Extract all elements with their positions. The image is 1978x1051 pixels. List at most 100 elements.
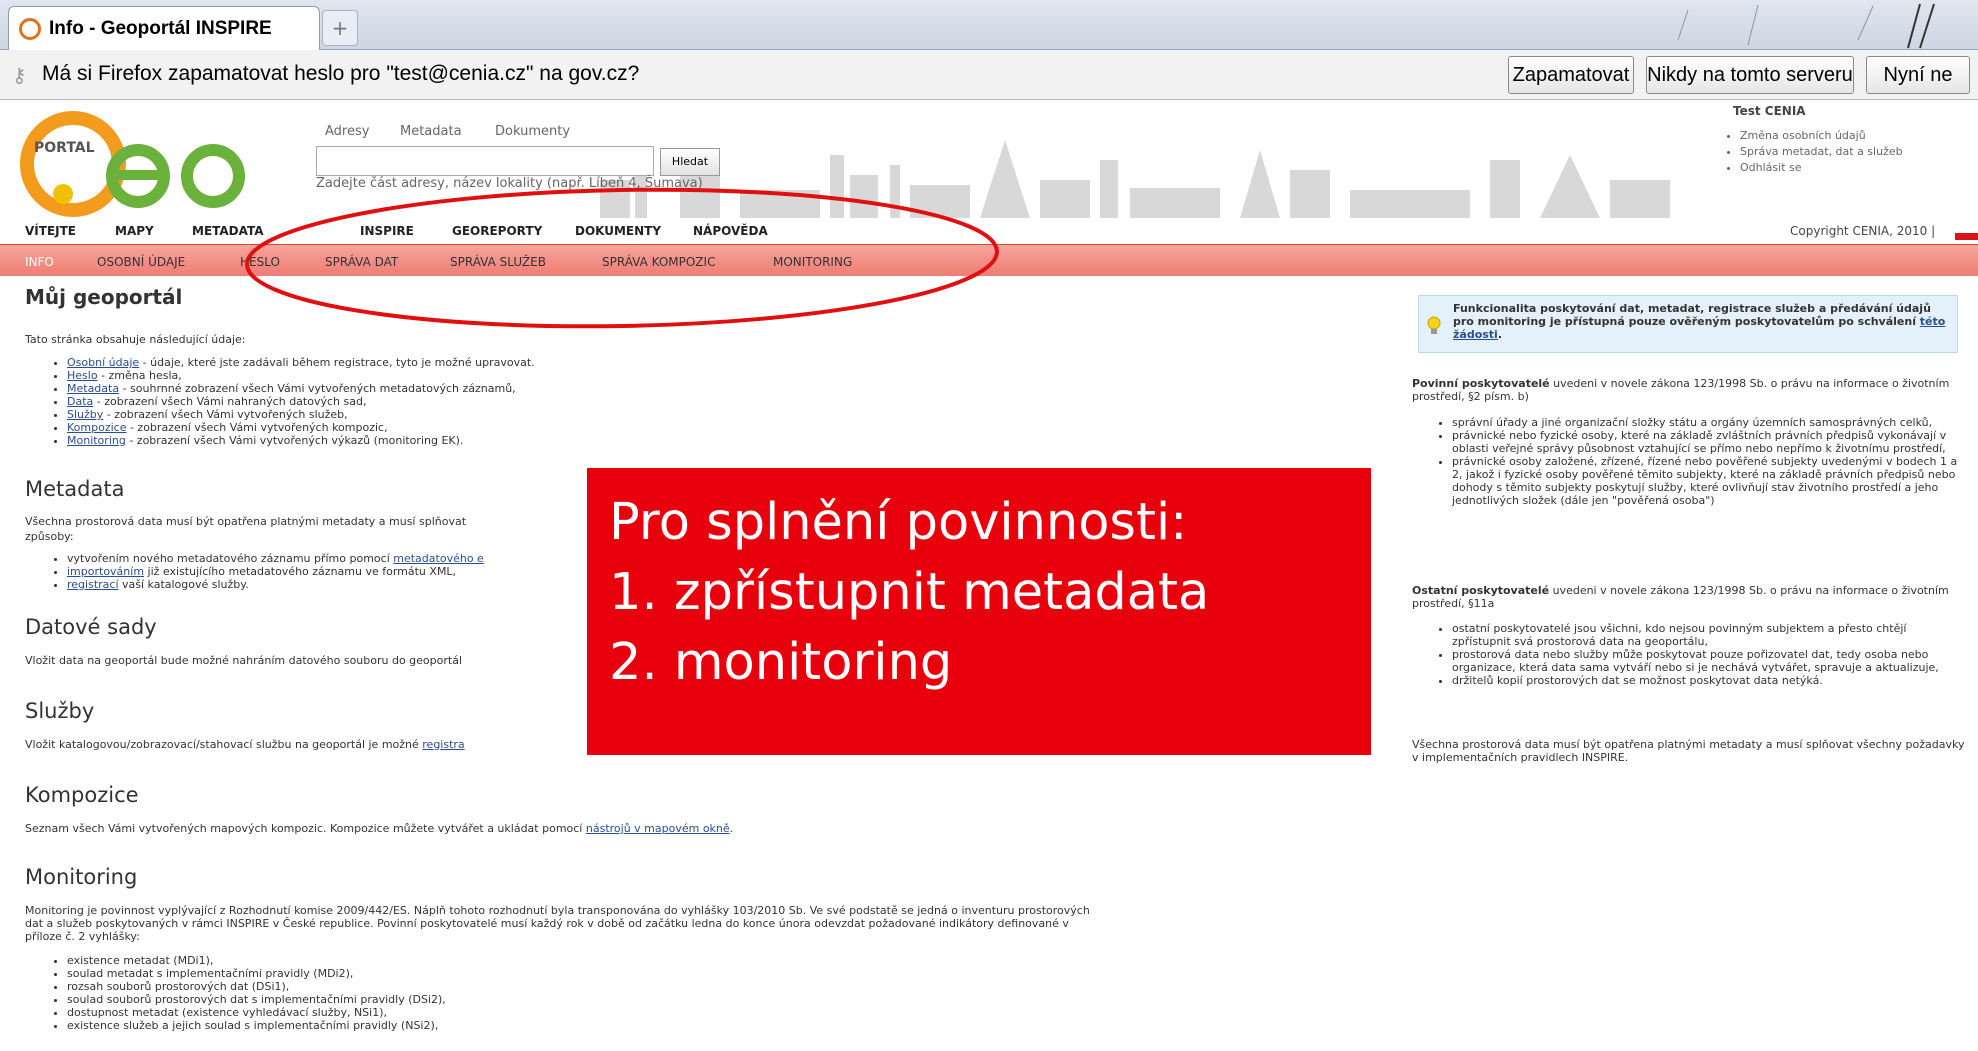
intro-list: Osobní údaje - údaje, které jste zadával… [25, 356, 535, 447]
user-link-manage[interactable]: Správa metadat, dat a služeb [1740, 144, 1903, 160]
list-item: Metadata - souhrnné zobrazení všech Vámi… [67, 382, 535, 395]
mandatory-providers-text: Povinní poskytovatelé uvedeni v novele z… [1412, 377, 1950, 403]
new-tab-button[interactable]: + [322, 10, 358, 46]
metadata-text: Všechna prostorová data musí být opatřen… [25, 515, 467, 528]
monitoring-text-1: Monitoring je povinnost vyplývající z Ro… [25, 904, 1090, 917]
overlay-line-2: 1. zpřístupnit metadata [609, 563, 1210, 622]
overlay-line-3: 2. monitoring [609, 633, 953, 692]
user-link-profile[interactable]: Změna osobních údajů [1740, 128, 1903, 144]
annotation-overlay: Pro splnění povinnosti: 1. zpřístupnit m… [587, 468, 1371, 755]
nav-item-documents[interactable]: DOKUMENTY [575, 224, 661, 238]
section-title-metadata: Metadata [25, 477, 125, 501]
intro-text: Tato stránka obsahuje následující údaje: [25, 333, 246, 346]
section-title-compositions: Kompozice [25, 783, 139, 807]
nav-item-metadata[interactable]: METADATA [192, 224, 264, 238]
link-password[interactable]: Heslo [67, 369, 98, 382]
search-hint: Zadejte část adresy, název lokality (nap… [316, 176, 703, 191]
search-input[interactable] [316, 146, 654, 176]
list-item: Služby - zobrazení všech Vámi vytvořenýc… [67, 408, 535, 421]
section-title-monitoring: Monitoring [25, 865, 138, 889]
metadata-text-2: způsoby: [25, 530, 74, 543]
metadata-list: vytvořením nového metadatového záznamu p… [25, 552, 484, 591]
search-tab-addresses[interactable]: Adresy [325, 124, 369, 139]
skyline-illustration [600, 140, 1670, 218]
never-button[interactable]: Nikdy na tomto serveru [1646, 56, 1854, 94]
nav-item-help[interactable]: NÁPOVĚDA [693, 224, 768, 238]
decoration-lines [1677, 3, 1935, 49]
search-tab-metadata[interactable]: Metadata [400, 124, 462, 139]
remember-button[interactable]: Zapamatovat [1508, 56, 1634, 94]
nav-item-georeports[interactable]: GEOREPORTY [452, 224, 542, 238]
password-notification-bar: ⚷ Má si Firefox zapamatovat heslo pro "t… [0, 50, 1978, 100]
datasets-text: Vložit data na geoportál bude možné nahr… [25, 654, 463, 667]
list-item: dostupnost metadat (existence vyhledávac… [67, 1006, 446, 1019]
list-item: rozsah souborů prostorových dat (DSi1), [67, 980, 446, 993]
subnav-item-data[interactable]: SPRÁVA DAT [325, 255, 398, 269]
notification-message: Má si Firefox zapamatovat heslo pro "tes… [42, 62, 640, 85]
list-item: Osobní údaje - údaje, které jste zadával… [67, 356, 535, 369]
link-personal[interactable]: Osobní údaje [67, 356, 139, 369]
list-item: Monitoring - zobrazení všech Vámi vytvoř… [67, 434, 535, 447]
browser-tab-bar: Info - Geoportál INSPIRE + [0, 0, 1978, 50]
link-monitoring[interactable]: Monitoring [67, 434, 126, 447]
search-button[interactable]: Hledat [660, 148, 720, 176]
link-service-registration[interactable]: registra [422, 738, 464, 751]
other-providers-text: Ostatní poskytovatelé uvedeni v novele z… [1412, 584, 1949, 610]
monitoring-text-2: dat a služeb poskytovaných v rámci INSPI… [25, 917, 1069, 930]
compositions-text: Seznam všech Vámi vytvořených mapových k… [25, 822, 734, 835]
list-item: soulad metadat s implementačními pravidl… [67, 967, 446, 980]
subnav-item-personal[interactable]: OSOBNÍ ÚDAJE [97, 255, 185, 269]
user-links: Změna osobních údajů Správa metadat, dat… [1720, 128, 1903, 176]
link-metadata[interactable]: Metadata [67, 382, 119, 395]
browser-tab[interactable]: Info - Geoportál INSPIRE [8, 6, 320, 50]
other-providers-list: ostatní poskytovatelé jsou všichni, kdo … [1412, 622, 1967, 687]
link-services[interactable]: Služby [67, 408, 103, 421]
list-item: držitelů kopií prostorových dat se možno… [1452, 674, 1967, 687]
main-nav: VÍTEJTE MAPY METADATA MOJE INSPIRE GEORE… [0, 218, 1978, 244]
list-item: existence služeb a jejich soulad s imple… [67, 1019, 446, 1032]
list-item: Data - zobrazení všech Vámi nahraných da… [67, 395, 535, 408]
subnav-item-info[interactable]: INFO [25, 255, 54, 269]
section-title-services: Služby [25, 699, 95, 723]
info-box: Funkcionalita poskytování dat, metadat, … [1418, 295, 1958, 353]
list-item: registrací vaší katalogové služby. [67, 578, 484, 591]
nav-item-maps[interactable]: MAPY [115, 224, 154, 238]
list-item: právnické nebo fyzické osoby, které na z… [1452, 429, 1967, 455]
not-now-button[interactable]: Nyní ne [1866, 56, 1970, 94]
user-link-logout[interactable]: Odhlásit se [1740, 160, 1903, 176]
copyright: Copyright CENIA, 2010 | [1790, 224, 1936, 238]
link-import[interactable]: importováním [67, 565, 144, 578]
list-item: soulad souborů prostorových dat s implem… [67, 993, 446, 1006]
nav-item-inspire[interactable]: INSPIRE [360, 224, 414, 238]
monitoring-list: existence metadat (MDi1), soulad metadat… [25, 954, 446, 1032]
subnav-item-monitoring[interactable]: MONITORING [773, 255, 852, 269]
monitoring-text-3: příloze č. 2 vyhlášky: [25, 930, 140, 943]
page-title: Můj geoportál [25, 285, 183, 309]
link-data[interactable]: Data [67, 395, 93, 408]
lightbulb-icon [1427, 316, 1441, 334]
subnav-item-password[interactable]: HESLO [240, 255, 280, 269]
list-item: importováním již existujícího metadatové… [67, 565, 484, 578]
link-metadata-editor[interactable]: metadatového e [393, 552, 484, 565]
subnav-item-compositions[interactable]: SPRÁVA KOMPOZIC [602, 255, 715, 269]
list-item: ostatní poskytovatelé jsou všichni, kdo … [1452, 622, 1967, 648]
list-item: právnické osoby založené, zřízené, řízen… [1452, 455, 1967, 507]
geoportal-logo [20, 111, 245, 217]
subnav-item-services[interactable]: SPRÁVA SLUŽEB [450, 255, 546, 269]
search-tab-documents[interactable]: Dokumenty [495, 124, 570, 139]
closing-text: Všechna prostorová data musí být opatřen… [1412, 738, 1965, 764]
list-item: Heslo - změna hesla, [67, 369, 535, 382]
nav-item-my[interactable]: MOJE [293, 224, 328, 238]
list-item: vytvořením nového metadatového záznamu p… [67, 552, 484, 565]
link-map-tools[interactable]: nástrojů v mapovém okně [586, 822, 730, 835]
logo-portal-text: PORTAL [34, 140, 95, 156]
key-icon: ⚷ [12, 65, 27, 87]
link-registration[interactable]: registrací [67, 578, 119, 591]
link-compositions[interactable]: Kompozice [67, 421, 126, 434]
user-name: Test CENIA [1733, 104, 1806, 118]
czech-flag-icon[interactable] [1955, 226, 1978, 240]
mandatory-providers-list: správní úřady a jiné organizační složky … [1412, 416, 1967, 507]
list-item: existence metadat (MDi1), [67, 954, 446, 967]
list-item: prostorová data nebo služby může poskyto… [1452, 648, 1967, 674]
nav-item-welcome[interactable]: VÍTEJTE [25, 224, 76, 238]
